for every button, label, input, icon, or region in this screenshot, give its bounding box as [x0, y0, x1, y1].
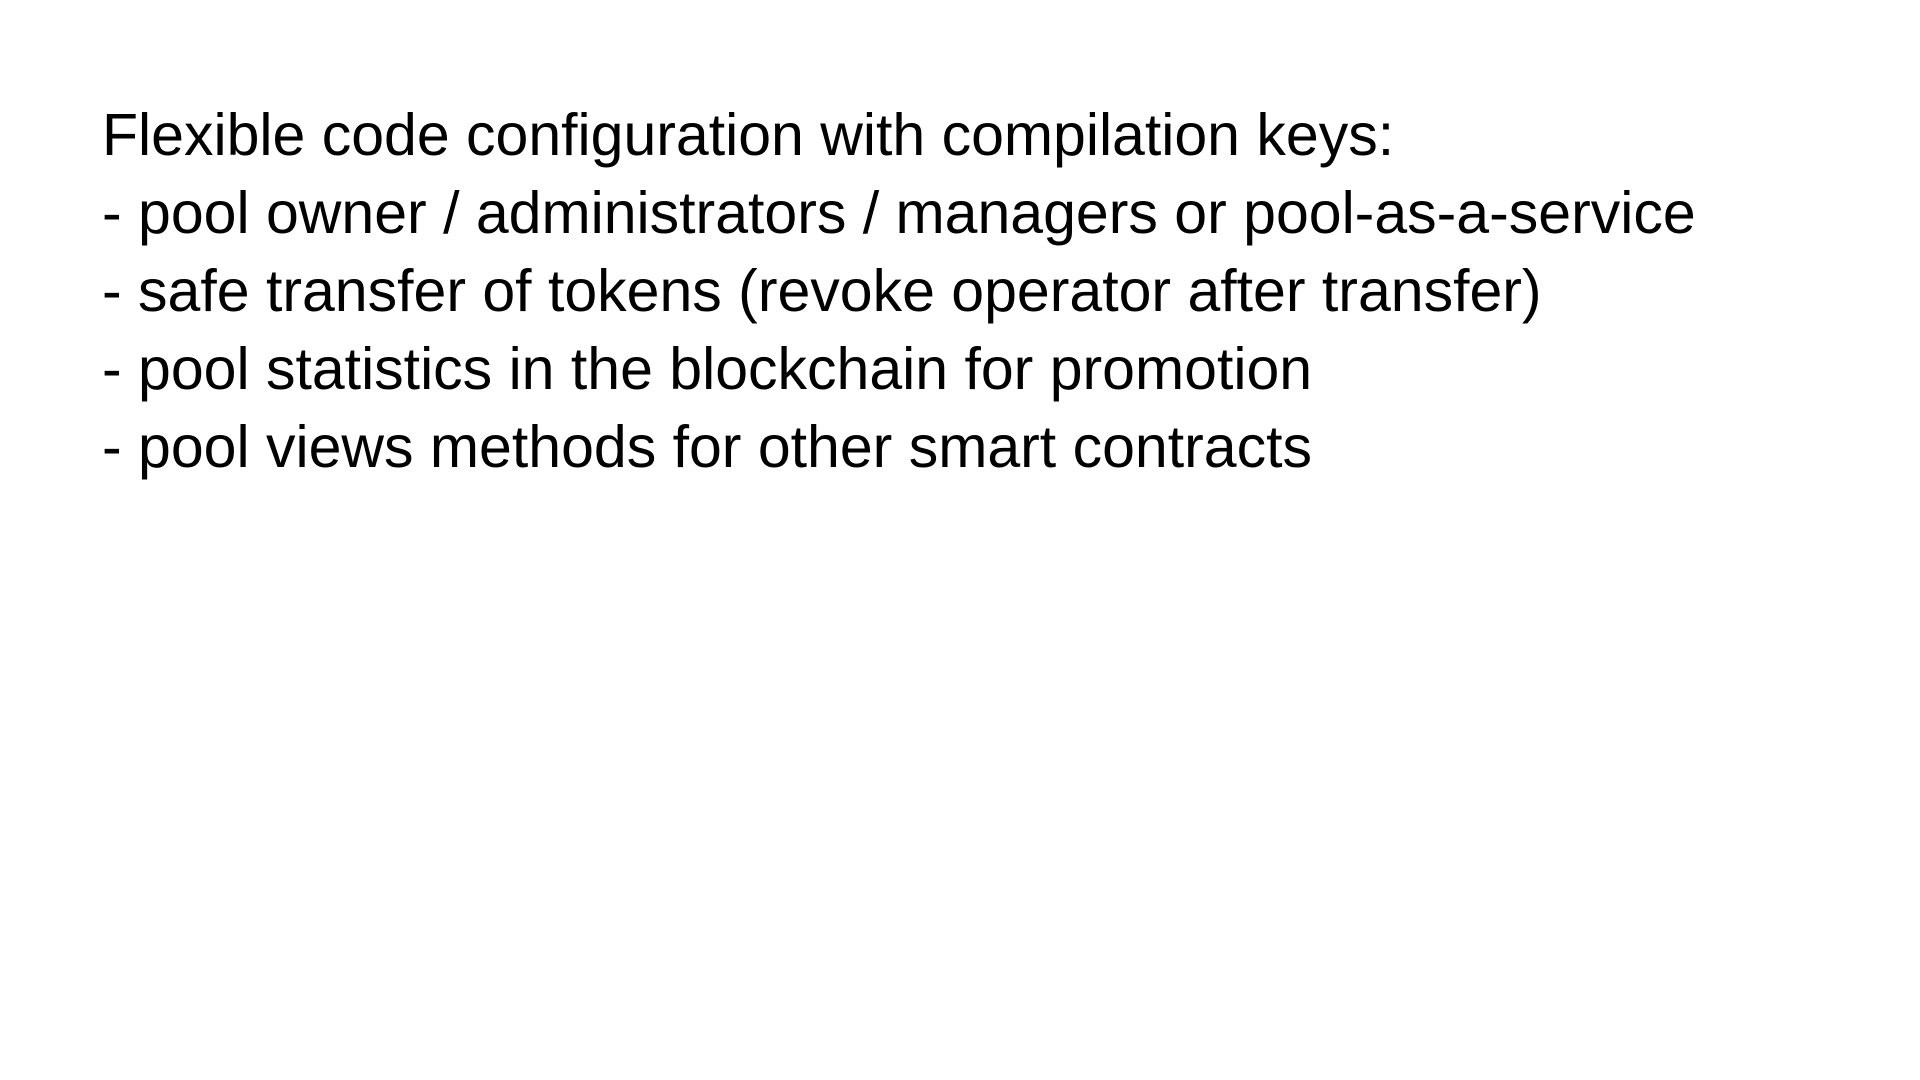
bullet-item: - pool views methods for other smart con… [102, 414, 1312, 480]
slide: Flexible code configuration with compila… [0, 0, 1920, 1080]
bullet-item: - safe transfer of tokens (revoke operat… [102, 258, 1542, 324]
bullet-item: - pool statistics in the blockchain for … [102, 336, 1313, 402]
slide-body: Flexible code configuration with compila… [102, 96, 1862, 486]
slide-heading: Flexible code configuration with compila… [102, 102, 1395, 168]
bullet-item: - pool owner / administrators / managers… [102, 180, 1696, 246]
